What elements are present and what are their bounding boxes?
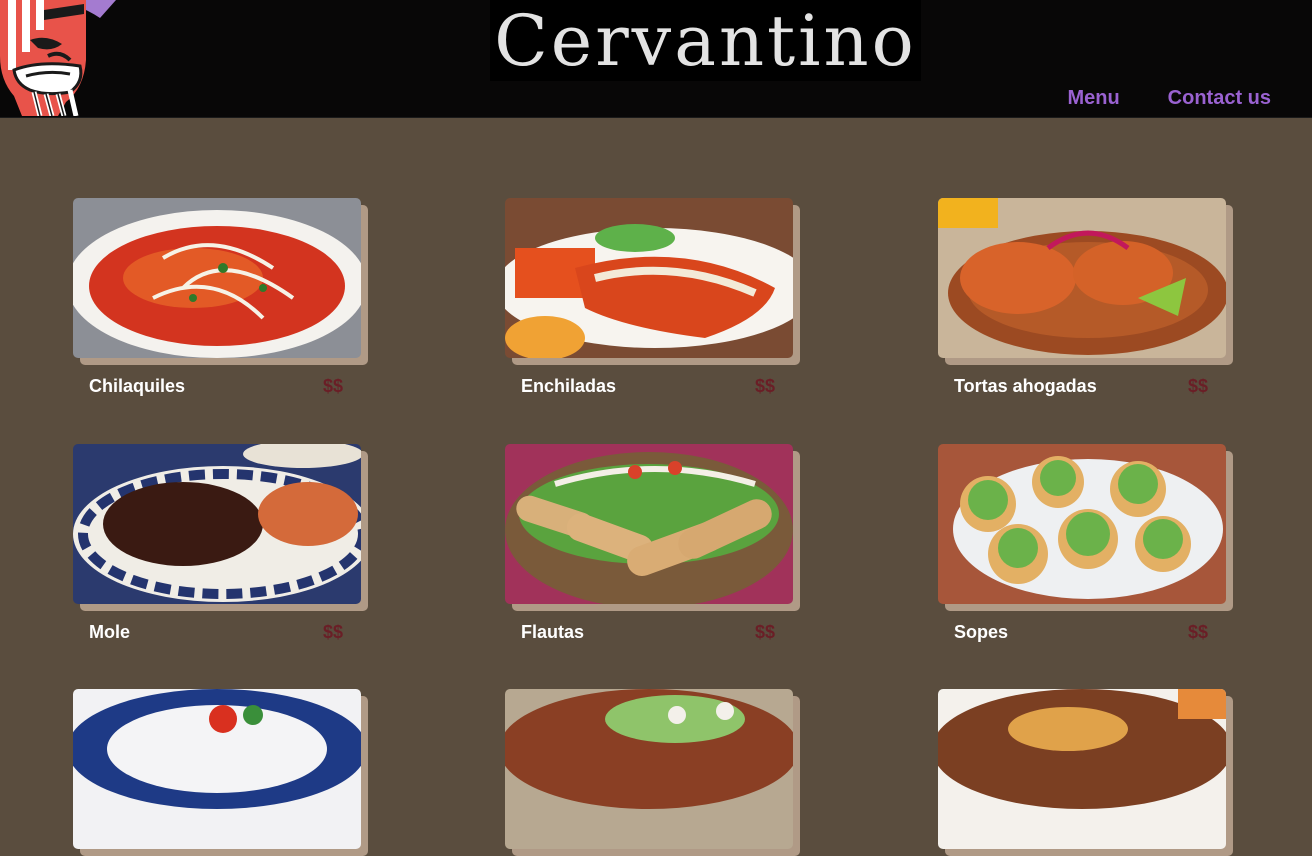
dish-photo[interactable] bbox=[505, 198, 793, 358]
dish-name: Sopes bbox=[954, 622, 1009, 642]
dish-price: $$ bbox=[1188, 622, 1209, 642]
dish-photo[interactable] bbox=[505, 689, 793, 849]
dish-name: Mole bbox=[89, 622, 131, 642]
brand-box: Cervantino bbox=[490, 0, 921, 81]
dish-name: Chilaquiles bbox=[89, 376, 186, 396]
brand-title[interactable]: Cervantino bbox=[494, 6, 917, 76]
dish-price: $$ bbox=[755, 376, 776, 396]
dish-photo[interactable] bbox=[505, 444, 793, 604]
dish-photo[interactable] bbox=[938, 198, 1226, 358]
dish-name: Enchiladas bbox=[521, 376, 617, 396]
dish-name: Tortas ahogadas bbox=[954, 376, 1097, 396]
dish-price: $$ bbox=[323, 622, 344, 642]
dish-price: $$ bbox=[1188, 376, 1209, 396]
dish-name: Flautas bbox=[521, 622, 585, 642]
logo-icon bbox=[0, 0, 116, 117]
dish-price: $$ bbox=[755, 622, 776, 642]
nav-link-contact[interactable]: Contact us bbox=[1168, 87, 1271, 110]
dish-photo[interactable] bbox=[73, 689, 361, 849]
dish-price: $$ bbox=[323, 376, 344, 396]
site-header: Cervantino Menu Contact us bbox=[0, 0, 1312, 118]
dish-photo[interactable] bbox=[73, 198, 361, 358]
logo[interactable] bbox=[0, 0, 116, 117]
dish-photo[interactable] bbox=[938, 689, 1226, 849]
dish-photo[interactable] bbox=[938, 444, 1226, 604]
dish-photo[interactable] bbox=[73, 444, 361, 604]
main-nav: Menu Contact us bbox=[1067, 87, 1271, 110]
nav-link-menu[interactable]: Menu bbox=[1067, 87, 1119, 110]
